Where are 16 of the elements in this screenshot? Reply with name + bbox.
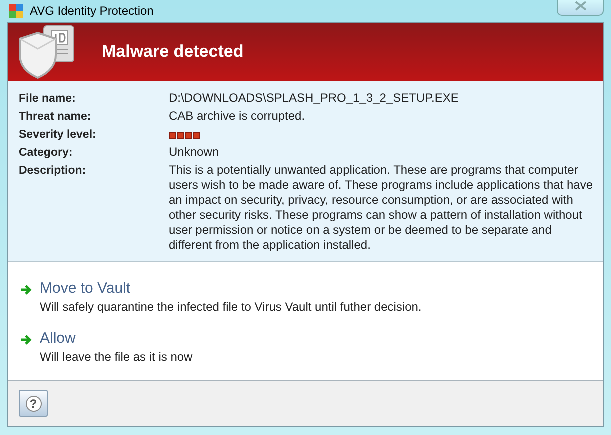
field-label: Threat name:	[19, 110, 92, 125]
header-title: Malware detected	[102, 41, 244, 64]
action-description: Will leave the file as it is now	[40, 349, 193, 366]
field-label: Description:	[19, 164, 88, 179]
help-button[interactable]: ?	[19, 390, 48, 417]
field-value: Unknown	[169, 145, 220, 161]
field-label: Severity level:	[19, 128, 98, 143]
field-value: CAB archive is corrupted.	[169, 109, 306, 125]
field-value: This is a potentially unwanted application. These are programs that computer users wish to be made aware of. These programs include applications that have an impact on security, privacy, resource consumption, or are associated with other security risks. These programs can show a pattern of installation without user permission or notice on a system or be deemed to be separate and different from the application installed.	[169, 163, 593, 253]
window-title: AVG Identity Protection	[30, 3, 154, 20]
action-link[interactable]: Move to Vault	[40, 280, 131, 298]
field-label: Category:	[19, 146, 74, 161]
action-description: Will safely quarantine the infected file to Virus Vault until futher decision.	[40, 299, 422, 316]
field-value: D:\DOWNLOADS\SPLASH_PRO_1_3_2_SETUP.EXE	[169, 91, 460, 107]
field-label: File name:	[19, 92, 77, 107]
action-link[interactable]: Allow	[40, 330, 76, 348]
